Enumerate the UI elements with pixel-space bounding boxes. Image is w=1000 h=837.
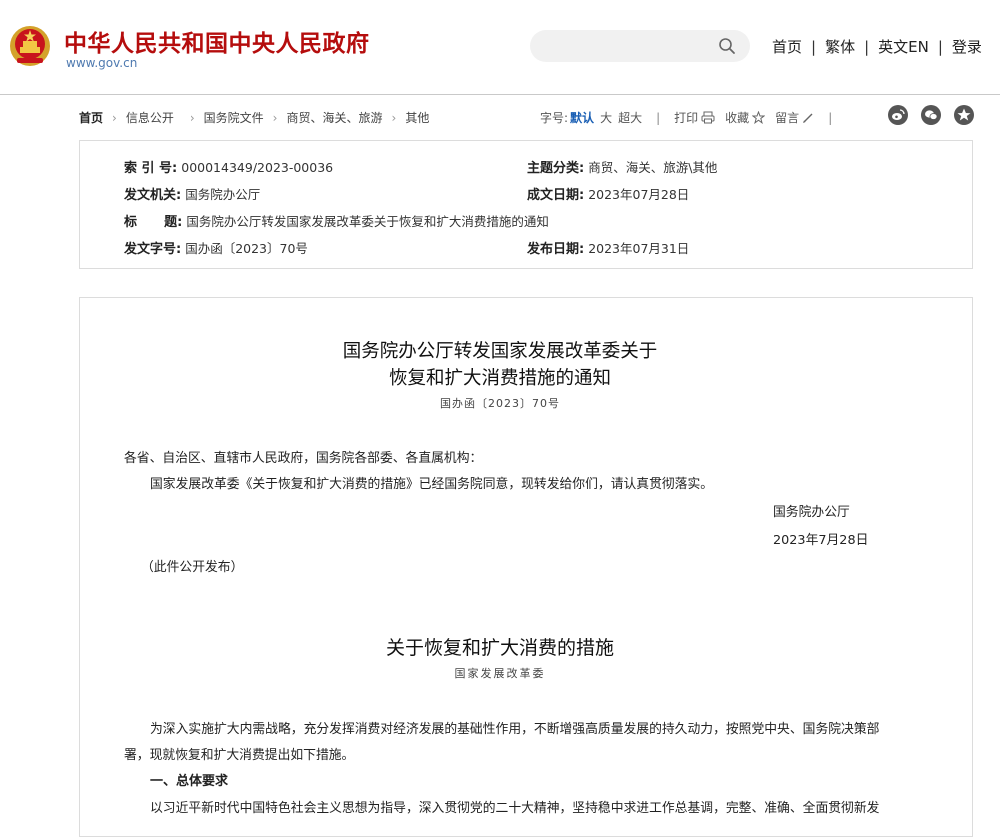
meta-issuer-value: 国务院办公厅 [185,187,261,202]
meta-pub-date-value: 2023年07月31日 [588,241,690,256]
wechat-icon[interactable] [921,105,941,125]
national-emblem-icon[interactable] [9,25,51,67]
breadcrumb-other[interactable]: 其他 [405,111,429,125]
print-button[interactable]: 打印 [674,111,715,125]
meta-topic-value: 商贸、海关、旅游\其他 [588,160,718,175]
nav-home[interactable]: 首页 [772,36,802,57]
measures-author: 国家发展改革委 [454,667,546,680]
breadcrumb-commerce[interactable]: 商贸、海关、旅游 [286,111,382,125]
site-url[interactable]: www.gov.cn [66,56,137,70]
measures-title: 关于恢复和扩大消费的措施 [385,637,614,659]
font-size-xlarge[interactable]: 超大 [618,111,642,125]
meta-index-value: 000014349/2023-00036 [181,160,334,175]
qzone-icon[interactable] [954,105,974,125]
article-public-note: （此件公开发布） [141,560,244,575]
measures-paragraph-line: 为深入实施扩大内需战略，充分发挥消费对经济发展的基础性作用，不断增强高质量发展的… [150,722,880,737]
site-name[interactable]: 中华人民共和国中央人民政府 [64,24,370,58]
meta-title: 标 题: 国务院办公厅转发国家发展改革委关于恢复和扩大消费措施的通知 [124,211,549,230]
breadcrumb: 首页 › 信息公开 › 国务院文件 › 商贸、海关、旅游 › 其他 [79,109,429,126]
meta-date-written-label: 成文日期: [527,188,585,203]
chevron-right-icon: › [112,111,117,125]
article-body-paragraph: 国家发展改革委《关于恢复和扩大消费的措施》已经国务院同意，现转发给你们，请认真贯… [150,477,714,492]
nav-traditional[interactable]: 繁体 [825,36,855,57]
font-size-default[interactable]: 默认 [570,111,594,125]
nav-separator: | [811,38,817,56]
meta-title-label: 标 题: [124,215,183,230]
toolbar-divider: | [656,111,661,125]
meta-topic: 主题分类: 商贸、海关、旅游\其他 [527,157,717,176]
article-title-line1: 国务院办公厅转发国家发展改革委关于 [342,341,658,362]
article-signer: 国务院办公厅 [773,505,850,520]
article-addressee: 各省、自治区、直辖市人民政府，国务院各部委、各直属机构： [124,451,483,466]
favorite-label: 收藏 [725,111,750,125]
meta-index-label: 索 引 号: [124,161,178,176]
chevron-right-icon: › [189,111,195,125]
meta-index: 索 引 号: 000014349/2023-00036 [124,157,333,176]
star-icon [752,111,766,124]
search-icon[interactable] [718,37,736,55]
nav-separator: | [937,38,943,56]
measures-paragraph-line: 署，现就恢复和扩大消费提出如下措施。 [124,748,355,763]
article-sign-date: 2023年7月28日 [773,533,869,548]
meta-issuer-label: 发文机关: [124,188,182,203]
nav-separator: | [864,38,870,56]
breadcrumb-home[interactable]: 首页 [79,111,103,125]
favorite-button[interactable]: 收藏 [725,111,766,125]
nav-english[interactable]: 英文EN [878,36,929,57]
nav-login[interactable]: 登录 [952,36,982,57]
meta-title-value: 国务院办公厅转发国家发展改革委关于恢复和扩大消费措施的通知 [186,214,549,229]
meta-topic-label: 主题分类: [527,161,585,176]
meta-date-written: 成文日期: 2023年07月28日 [527,184,689,203]
section-heading: 一、总体要求 [150,774,229,789]
font-size-large[interactable]: 大 [600,111,612,125]
chevron-right-icon: › [272,111,278,125]
toolbar-divider: | [828,111,833,125]
search-input[interactable] [530,30,750,62]
article-title-line2: 恢复和扩大消费措施的通知 [388,368,611,389]
measures-paragraph-line: 以习近平新时代中国特色社会主义思想为指导，深入贯彻党的二十大精神，坚持稳中求进工… [150,801,880,816]
meta-pub-date: 发布日期: 2023年07月31日 [527,238,689,257]
breadcrumb-state-council-docs[interactable]: 国务院文件 [204,111,264,125]
meta-issuer: 发文机关: 国务院办公厅 [124,184,260,203]
meta-doc-number-value: 国办函〔2023〕70号 [185,241,308,256]
comment-button[interactable]: 留言 [775,111,814,125]
chevron-right-icon: › [391,111,397,125]
print-label: 打印 [674,111,699,125]
comment-label: 留言 [775,111,800,125]
printer-icon [701,111,715,124]
meta-date-written-value: 2023年07月28日 [588,187,690,202]
site-header: 中华人民共和国中央人民政府 www.gov.cn 首页 | 繁体 | 英文EN | 登录 [0,0,1000,95]
top-nav: 首页 | 繁体 | 英文EN | 登录 [772,36,982,57]
breadcrumb-info-public[interactable]: 信息公开 [126,111,174,125]
pencil-icon [803,113,813,123]
page-toolbar: 字号: 默认大超大 | 打印 收藏 留言 | [540,109,846,126]
article-doc-number: 国办函〔2023〕70号 [440,397,560,410]
meta-pub-date-label: 发布日期: [527,242,585,257]
font-size-label: 字号: [540,111,569,125]
meta-doc-number: 发文字号: 国办函〔2023〕70号 [124,238,308,257]
meta-doc-number-label: 发文字号: [124,242,182,257]
weibo-icon[interactable] [888,105,908,125]
